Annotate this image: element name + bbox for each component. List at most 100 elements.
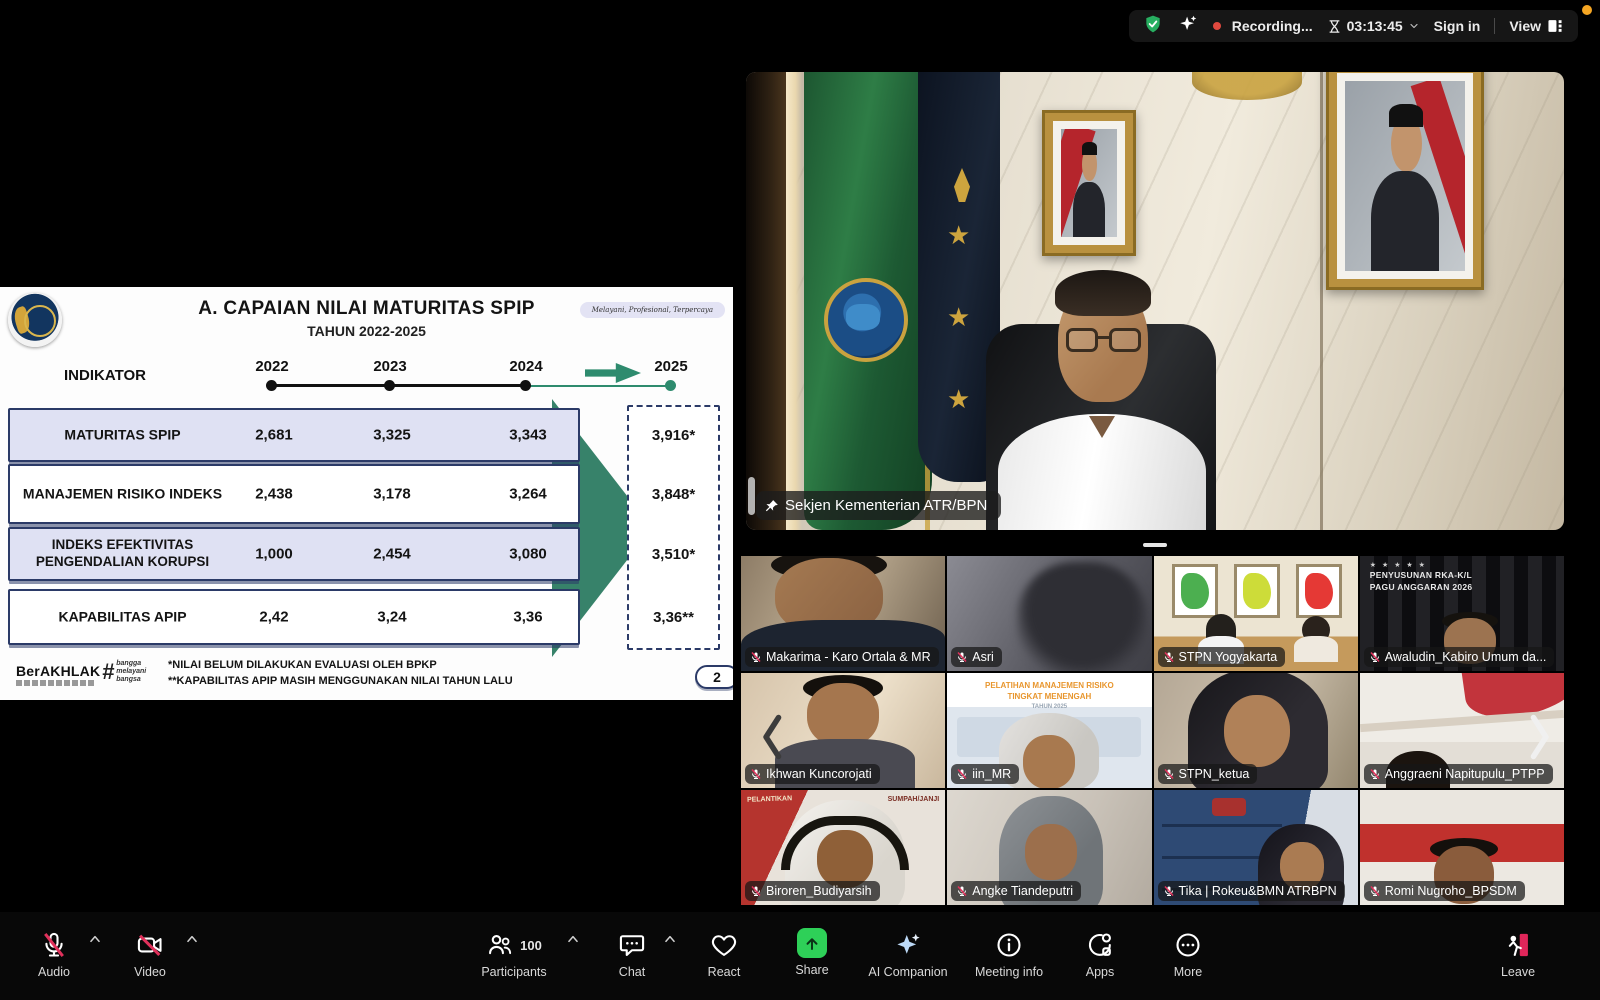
year-2022: 2022 bbox=[237, 358, 307, 375]
cell-2022: 2,681 bbox=[219, 427, 329, 444]
meeting-timer[interactable]: 03:13:45 bbox=[1327, 18, 1420, 35]
apps-button[interactable]: Apps bbox=[1072, 930, 1128, 979]
participant-tile[interactable]: Makarima - Karo Ortala & MR bbox=[741, 556, 945, 671]
video-options-chevron[interactable] bbox=[185, 932, 199, 950]
participant-tile[interactable]: ★ ★ ★ ★ ★ PENYUSUNAN RKA-K/L PAGU ANGGAR… bbox=[1360, 556, 1564, 671]
participant-tile[interactable]: Asri bbox=[947, 556, 1151, 671]
muted-mic-icon bbox=[1369, 885, 1381, 897]
participants-options-chevron[interactable] bbox=[566, 932, 580, 950]
wall-panel-line bbox=[1320, 72, 1323, 530]
previous-page-chevron[interactable] bbox=[756, 712, 790, 762]
main-speaker-video[interactable]: ★ ★ ★ Sekjen Kementerian ATR/BPN bbox=[746, 72, 1564, 530]
video-strip-drag-handle[interactable] bbox=[1143, 543, 1167, 547]
participant-name: iin_MR bbox=[972, 767, 1011, 781]
target-indeks-efektivitas: 3,510* bbox=[629, 546, 718, 563]
slide-subtitle: TAHUN 2022-2025 bbox=[0, 323, 733, 339]
cell-2023: 2,454 bbox=[337, 546, 447, 563]
target-2025-box: 3,916* 3,848* 3,510* 3,36** bbox=[627, 405, 720, 650]
gold-star-icon: ★ bbox=[947, 304, 970, 330]
sign-in-button[interactable]: Sign in bbox=[1434, 18, 1481, 34]
topbar-divider bbox=[1494, 18, 1495, 34]
bangga-line1: bangga bbox=[116, 660, 146, 668]
participant-name: Makarima - Karo Ortala & MR bbox=[766, 650, 931, 664]
heart-icon bbox=[710, 931, 738, 959]
recording-label: Recording... bbox=[1232, 18, 1313, 34]
muted-mic-icon bbox=[1163, 885, 1175, 897]
share-label: Share bbox=[795, 963, 828, 977]
share-button[interactable]: Share bbox=[784, 928, 840, 977]
cell-2022: 2,438 bbox=[219, 486, 329, 503]
muted-mic-icon bbox=[1369, 768, 1381, 780]
chat-label: Chat bbox=[619, 965, 645, 979]
year-arrow-icon bbox=[585, 363, 641, 383]
timeline-dot-2024 bbox=[520, 380, 531, 391]
participant-tile[interactable]: Tika | Rokeu&BMN ATRBPN bbox=[1154, 790, 1358, 905]
participant-name: Biroren_Budiyarsih bbox=[766, 884, 872, 898]
recording-indicator[interactable]: Recording... bbox=[1213, 18, 1313, 34]
ai-companion-topbar-icon[interactable] bbox=[1177, 13, 1199, 40]
virtual-bg-title: PELATIHAN MANAJEMEN RISIKO bbox=[947, 681, 1151, 690]
pin-icon bbox=[765, 499, 779, 513]
atrbpn-flag-emblem bbox=[824, 278, 908, 362]
footnote-2: **KAPABILITAS APIP MASIH MENGGUNAKAN NIL… bbox=[168, 675, 513, 687]
audio-button[interactable]: Audio bbox=[26, 930, 82, 979]
participants-button[interactable]: 100 Participants bbox=[468, 930, 560, 979]
more-icon bbox=[1174, 931, 1202, 959]
participants-label: Participants bbox=[481, 965, 546, 979]
more-button[interactable]: More bbox=[1160, 930, 1216, 979]
panel-resize-handle[interactable] bbox=[748, 477, 755, 515]
security-shield-icon[interactable] bbox=[1143, 14, 1163, 39]
leave-button[interactable]: Leave bbox=[1490, 930, 1546, 979]
participant-name: Angke Tiandeputri bbox=[972, 884, 1073, 898]
virtual-bg-subtitle: TINGKAT MENENGAH bbox=[947, 692, 1151, 701]
audio-label: Audio bbox=[38, 965, 70, 979]
participant-name-tag: Biroren_Budiyarsih bbox=[745, 881, 880, 901]
participant-name-tag: Asri bbox=[951, 647, 1002, 667]
participants-count: 100 bbox=[520, 938, 542, 953]
participant-tile[interactable]: Angke Tiandeputri bbox=[947, 790, 1151, 905]
year-2024: 2024 bbox=[491, 358, 561, 375]
apps-icon bbox=[1086, 931, 1114, 959]
leave-label: Leave bbox=[1501, 965, 1535, 979]
view-button[interactable]: View bbox=[1509, 18, 1564, 34]
participant-tile[interactable]: PELATIHAN MANAJEMEN RISIKO TINGKAT MENEN… bbox=[947, 673, 1151, 788]
year-2025: 2025 bbox=[636, 358, 706, 375]
footnote-1: *NILAI BELUM DILAKUKAN EVALUASI OLEH BPK… bbox=[168, 659, 437, 671]
timeline-dot-2022 bbox=[266, 380, 277, 391]
bangga-melayani-bangsa-logo: # bangga melayani bangsa bbox=[102, 659, 146, 685]
cell-2023: 3,178 bbox=[337, 486, 447, 503]
year-2023: 2023 bbox=[355, 358, 425, 375]
participant-name-tag: Angke Tiandeputri bbox=[951, 881, 1081, 901]
participant-name-tag: STPN_ketua bbox=[1158, 764, 1258, 784]
next-page-chevron[interactable] bbox=[1522, 712, 1556, 762]
video-label: Video bbox=[134, 965, 166, 979]
hash-glyph: # bbox=[102, 659, 114, 685]
participant-name: STPN_ketua bbox=[1179, 767, 1250, 781]
view-label: View bbox=[1509, 18, 1541, 34]
slide-page-number: 2 bbox=[695, 665, 733, 689]
participant-name: Anggraeni Napitupulu_PTPP bbox=[1385, 767, 1545, 781]
participant-name-tag: Tika | Rokeu&BMN ATRBPN bbox=[1158, 881, 1345, 901]
muted-camera-icon bbox=[136, 931, 164, 959]
participant-tile[interactable]: STPN_ketua bbox=[1154, 673, 1358, 788]
backdrop-stars: ★ ★ ★ ★ ★ bbox=[1370, 561, 1427, 569]
chat-button[interactable]: Chat bbox=[604, 930, 660, 979]
participant-name-tag: Anggraeni Napitupulu_PTPP bbox=[1364, 764, 1553, 784]
participants-icon bbox=[486, 931, 514, 959]
participant-tile[interactable]: STPN Yogyakarta bbox=[1154, 556, 1358, 671]
muted-mic-icon bbox=[1163, 768, 1175, 780]
audio-options-chevron[interactable] bbox=[88, 932, 102, 950]
ai-companion-button[interactable]: AI Companion bbox=[858, 930, 958, 979]
participant-name: Asri bbox=[972, 650, 994, 664]
meeting-info-button[interactable]: Meeting info bbox=[966, 930, 1052, 979]
participant-name-tag: iin_MR bbox=[951, 764, 1019, 784]
participant-tile[interactable]: PELANTIKAN SUMPAH/JANJI Biroren_Budiyars… bbox=[741, 790, 945, 905]
react-button[interactable]: React bbox=[696, 930, 752, 979]
chat-options-chevron[interactable] bbox=[663, 932, 677, 950]
timeline-dot-2025 bbox=[665, 380, 676, 391]
glasses-bridge bbox=[1098, 336, 1110, 339]
muted-mic-icon bbox=[956, 885, 968, 897]
cell-2024: 3,264 bbox=[473, 486, 583, 503]
participant-tile[interactable]: Romi Nugroho_BPSDM bbox=[1360, 790, 1564, 905]
video-button[interactable]: Video bbox=[122, 930, 178, 979]
